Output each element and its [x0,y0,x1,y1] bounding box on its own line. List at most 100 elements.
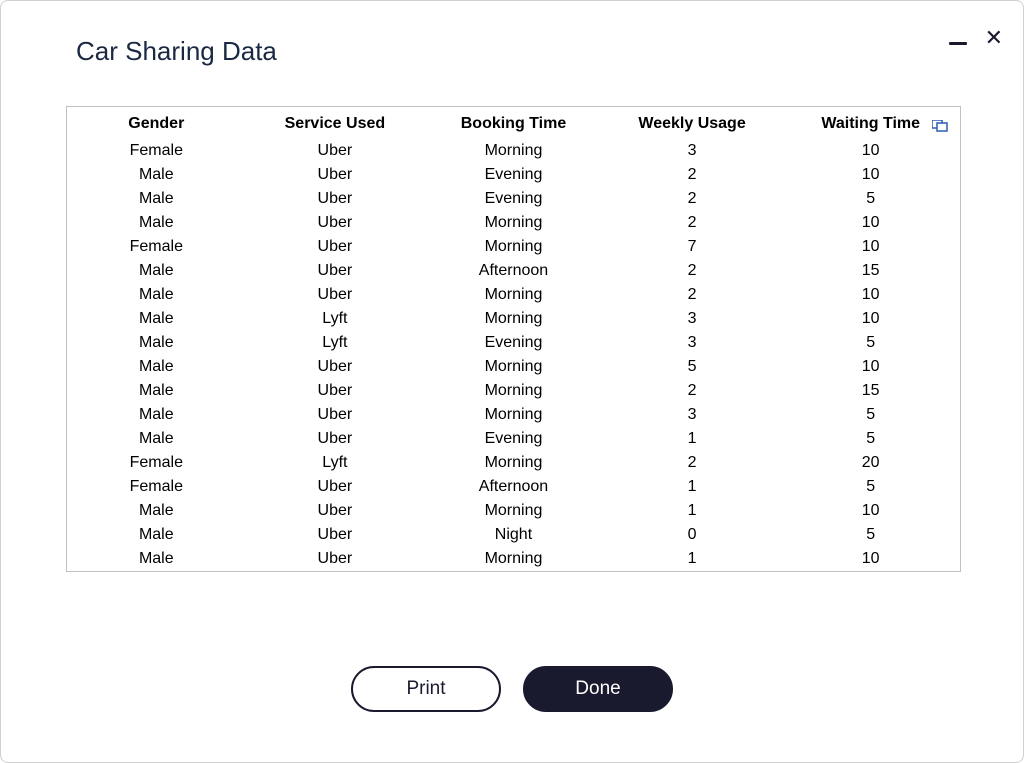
cell-service: Lyft [246,307,425,331]
cell-waiting: 10 [781,235,960,259]
cell-service: Uber [246,187,425,211]
cell-waiting: 15 [781,379,960,403]
cell-weekly: 1 [603,427,782,451]
cell-booking: Morning [424,283,603,307]
cell-weekly: 3 [603,139,782,163]
table-row: FemaleUberMorning310 [67,139,960,163]
close-icon[interactable]: ✕ [985,27,1003,49]
table-row: MaleUberMorning215 [67,379,960,403]
cell-gender: Female [67,235,246,259]
cell-gender: Male [67,547,246,571]
cell-weekly: 3 [603,307,782,331]
cell-service: Uber [246,355,425,379]
cell-waiting: 10 [781,547,960,571]
cell-booking: Night [424,523,603,547]
cell-service: Uber [246,163,425,187]
cell-booking: Morning [424,379,603,403]
table-row: MaleUberMorning110 [67,499,960,523]
cell-gender: Male [67,283,246,307]
cell-service: Uber [246,379,425,403]
table-row: FemaleUberMorning710 [67,235,960,259]
cell-weekly: 2 [603,283,782,307]
cell-booking: Morning [424,403,603,427]
cell-booking: Morning [424,547,603,571]
cell-service: Uber [246,283,425,307]
cell-waiting: 10 [781,499,960,523]
cell-weekly: 2 [603,211,782,235]
table-row: MaleUberEvening15 [67,427,960,451]
cell-waiting: 15 [781,259,960,283]
cell-weekly: 2 [603,259,782,283]
cell-waiting: 20 [781,451,960,475]
cell-gender: Male [67,499,246,523]
cell-gender: Male [67,427,246,451]
table-row: MaleUberMorning35 [67,403,960,427]
table-row: MaleUberMorning510 [67,355,960,379]
cell-gender: Male [67,355,246,379]
col-header-booking: Booking Time [424,107,603,139]
cell-weekly: 3 [603,403,782,427]
cell-weekly: 1 [603,547,782,571]
cell-weekly: 0 [603,523,782,547]
window-controls: ✕ [949,27,1003,49]
table-row: MaleUberEvening210 [67,163,960,187]
dialog-window: ✕ Car Sharing Data Gender Service Used B… [0,0,1024,763]
cell-waiting: 5 [781,403,960,427]
table-row: MaleUberAfternoon215 [67,259,960,283]
expand-icon[interactable] [932,119,948,137]
cell-booking: Morning [424,499,603,523]
cell-booking: Morning [424,211,603,235]
cell-service: Uber [246,235,425,259]
cell-booking: Morning [424,235,603,259]
cell-service: Uber [246,139,425,163]
cell-weekly: 2 [603,379,782,403]
table-body: FemaleUberMorning310MaleUberEvening210Ma… [67,139,960,571]
cell-service: Uber [246,475,425,499]
cell-gender: Male [67,163,246,187]
col-header-service: Service Used [246,107,425,139]
cell-gender: Female [67,139,246,163]
cell-waiting: 10 [781,211,960,235]
table-row: MaleUberMorning210 [67,211,960,235]
table-row: MaleUberNight05 [67,523,960,547]
cell-waiting: 10 [781,283,960,307]
cell-waiting: 10 [781,139,960,163]
table-row: MaleLyftEvening35 [67,331,960,355]
cell-booking: Evening [424,331,603,355]
cell-gender: Male [67,187,246,211]
table-row: MaleUberMorning210 [67,283,960,307]
table-row: FemaleUberAfternoon15 [67,475,960,499]
cell-weekly: 2 [603,187,782,211]
cell-weekly: 1 [603,499,782,523]
dialog-title: Car Sharing Data [76,36,277,67]
print-button[interactable]: Print [351,666,501,712]
table-header-row: Gender Service Used Booking Time Weekly … [67,107,960,139]
cell-service: Uber [246,499,425,523]
cell-service: Lyft [246,331,425,355]
cell-booking: Morning [424,451,603,475]
col-header-gender: Gender [67,107,246,139]
cell-booking: Afternoon [424,475,603,499]
cell-waiting: 5 [781,475,960,499]
cell-service: Lyft [246,451,425,475]
cell-weekly: 1 [603,475,782,499]
cell-booking: Evening [424,427,603,451]
cell-booking: Afternoon [424,259,603,283]
cell-booking: Evening [424,187,603,211]
minimize-icon[interactable] [949,42,967,45]
table-row: MaleUberEvening25 [67,187,960,211]
cell-service: Uber [246,427,425,451]
cell-service: Uber [246,547,425,571]
cell-gender: Male [67,307,246,331]
cell-weekly: 3 [603,331,782,355]
cell-service: Uber [246,523,425,547]
data-table-container: Gender Service Used Booking Time Weekly … [66,106,961,572]
cell-waiting: 5 [781,523,960,547]
cell-waiting: 10 [781,307,960,331]
done-button[interactable]: Done [523,666,673,712]
cell-weekly: 5 [603,355,782,379]
cell-gender: Male [67,259,246,283]
table-row: MaleLyftMorning310 [67,307,960,331]
cell-gender: Female [67,475,246,499]
cell-service: Uber [246,259,425,283]
